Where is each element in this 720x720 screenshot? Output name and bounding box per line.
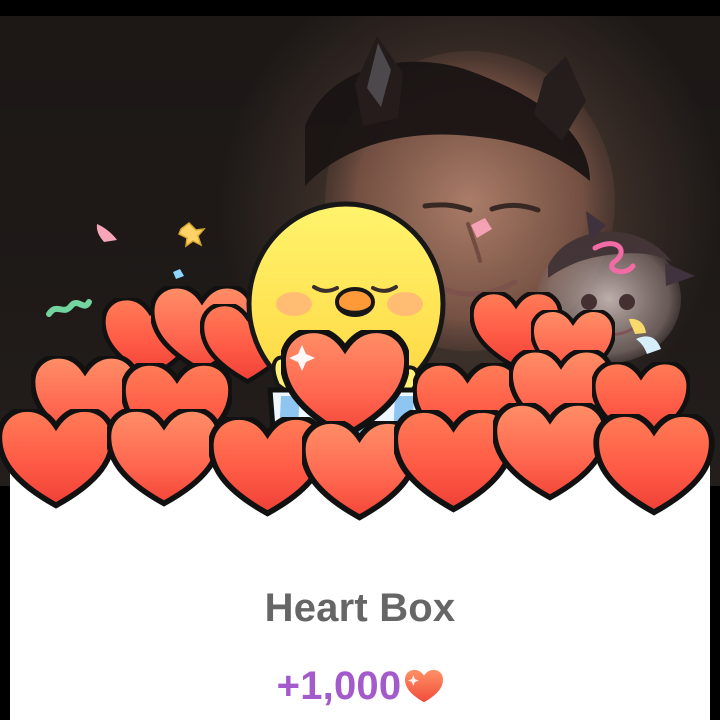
person-face bbox=[325, 51, 615, 351]
reward-title: Heart Box bbox=[264, 586, 456, 630]
person-hair bbox=[305, 61, 590, 186]
background-photo bbox=[0, 16, 720, 486]
person-eye-right bbox=[489, 202, 541, 213]
cat-ear-left bbox=[355, 36, 403, 126]
second-person-eye-left bbox=[581, 294, 597, 310]
person-nose bbox=[466, 222, 482, 263]
background-photo-illustration bbox=[0, 16, 720, 486]
second-person-mouth bbox=[594, 327, 634, 336]
person-smile bbox=[437, 279, 518, 297]
reward-screen: Heart Box +1,000 bbox=[0, 0, 720, 720]
second-cat-ear-right bbox=[665, 263, 695, 286]
reward-amount: +1,000 bbox=[276, 664, 402, 708]
second-person-face bbox=[537, 235, 681, 363]
second-cat-ear-left bbox=[586, 211, 606, 242]
photo-shade bbox=[0, 16, 720, 486]
cat-ear-right bbox=[534, 56, 586, 141]
cat-ear-left-inner bbox=[367, 43, 391, 107]
top-status-strip bbox=[0, 0, 720, 16]
person-eye-left bbox=[422, 202, 473, 213]
reward-amount-row: +1,000 bbox=[0, 660, 720, 712]
second-person-hair bbox=[548, 231, 672, 278]
heart-icon bbox=[405, 669, 444, 703]
second-person-eye-right bbox=[619, 294, 635, 310]
